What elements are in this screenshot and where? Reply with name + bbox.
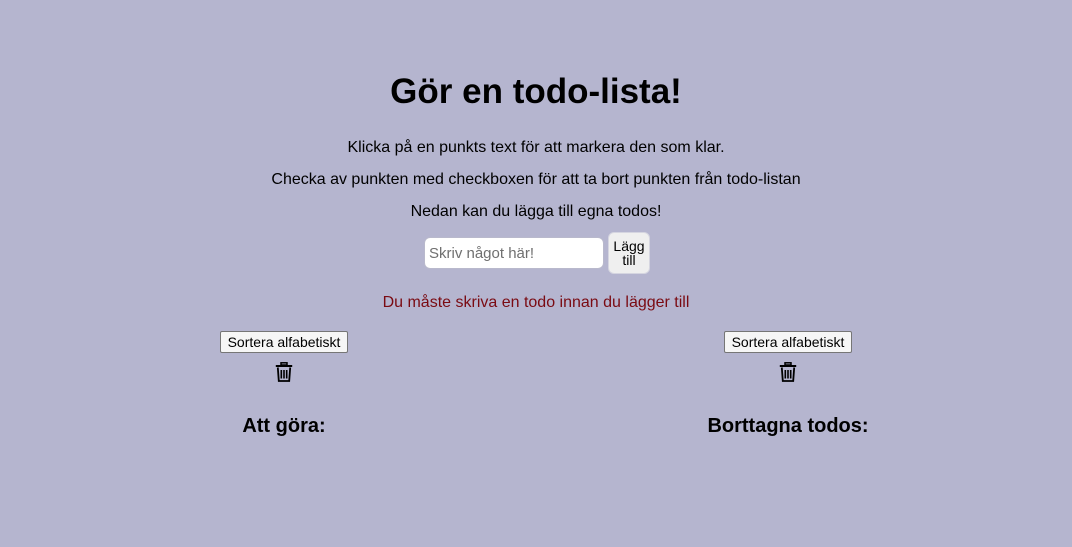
sort-removed-button[interactable]: Sortera alfabetiskt <box>723 331 853 353</box>
add-todo-form: Lägg till <box>424 232 650 274</box>
todo-input[interactable] <box>424 237 604 269</box>
sort-todo-button[interactable]: Sortera alfabetiskt <box>219 331 349 353</box>
instruction-text: Nedan kan du lägga till egna todos! <box>410 203 662 220</box>
removed-heading: Borttagna todos: <box>707 415 869 437</box>
trash-icon[interactable] <box>275 362 293 382</box>
page-title: Gör en todo-lista! <box>390 72 682 111</box>
todo-heading: Att göra: <box>242 415 326 437</box>
trash-icon[interactable] <box>779 362 797 382</box>
add-todo-button[interactable]: Lägg till <box>608 232 650 274</box>
instruction-text: Klicka på en punkts text för att markera… <box>347 139 725 156</box>
removed-column: Sortera alfabetiskt Borttagna todos: <box>678 331 898 437</box>
error-message: Du måste skriva en todo innan du lägger … <box>382 294 690 311</box>
todo-column: Sortera alfabetiskt Att göra: <box>174 331 394 437</box>
instruction-text: Checka av punkten med checkboxen för att… <box>271 171 801 188</box>
